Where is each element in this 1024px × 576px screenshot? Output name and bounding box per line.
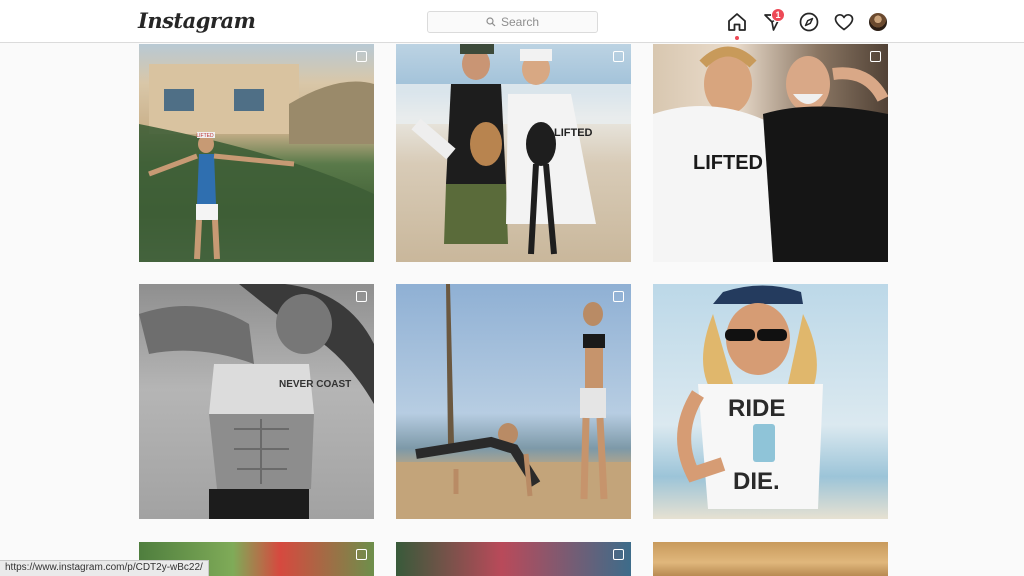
compass-icon xyxy=(799,12,819,32)
hoodie-text: LIFTED xyxy=(554,127,593,139)
search-input[interactable]: Search xyxy=(427,11,598,33)
search-placeholder: Search xyxy=(500,15,540,29)
cap-text: LIFTED xyxy=(196,133,214,139)
activity-button[interactable] xyxy=(833,11,855,33)
photo-beach-workout xyxy=(396,284,631,519)
profile-avatar[interactable] xyxy=(869,13,887,31)
hoodie-text: LIFTED xyxy=(693,152,763,174)
photo-woman-and-man: LIFTED xyxy=(653,46,888,262)
multiple-photos-icon xyxy=(356,51,367,62)
photo-two-women-dogs: LIFTED xyxy=(396,44,631,255)
multiple-photos-icon xyxy=(613,291,624,302)
post-thumbnail[interactable]: LIFTED xyxy=(653,44,888,262)
tank-text-line2: DIE. xyxy=(733,468,780,495)
multiple-photos-icon xyxy=(356,291,367,302)
heart-icon xyxy=(834,13,854,31)
search-icon xyxy=(486,17,496,27)
direct-messages-button[interactable]: 1 xyxy=(762,8,785,33)
tank-text-line1: RIDE xyxy=(728,395,785,422)
photo-woman-arms-out: LIFTED xyxy=(139,64,374,262)
photo-bw-abs: NEVER COAST xyxy=(139,284,374,519)
post-thumbnail[interactable] xyxy=(396,542,631,576)
top-nav: Instagram Search 1 xyxy=(0,0,1024,43)
notification-badge: 1 xyxy=(771,8,785,22)
explore-button[interactable] xyxy=(798,11,820,33)
multiple-photos-icon xyxy=(870,51,881,62)
photo-ride-or-die: RIDE DIE. xyxy=(677,285,823,509)
instagram-logo[interactable]: Instagram xyxy=(138,8,256,33)
home-button[interactable] xyxy=(726,11,748,40)
post-thumbnail[interactable]: LIFTED xyxy=(396,44,631,262)
post-thumbnail[interactable] xyxy=(653,542,888,576)
post-thumbnail[interactable]: RIDE DIE. xyxy=(653,284,888,519)
post-thumbnail[interactable]: LIFTED xyxy=(139,44,374,262)
post-thumbnail[interactable]: NEVER COAST xyxy=(139,284,374,519)
active-indicator xyxy=(735,36,739,40)
status-bar-url: https://www.instagram.com/p/CDT2y-wBc22/ xyxy=(0,560,209,576)
multiple-photos-icon xyxy=(613,549,624,560)
multiple-photos-icon xyxy=(356,549,367,560)
multiple-photos-icon xyxy=(613,51,624,62)
home-icon xyxy=(728,13,746,31)
tank-text: NEVER COAST xyxy=(279,379,351,390)
post-thumbnail[interactable] xyxy=(396,284,631,519)
